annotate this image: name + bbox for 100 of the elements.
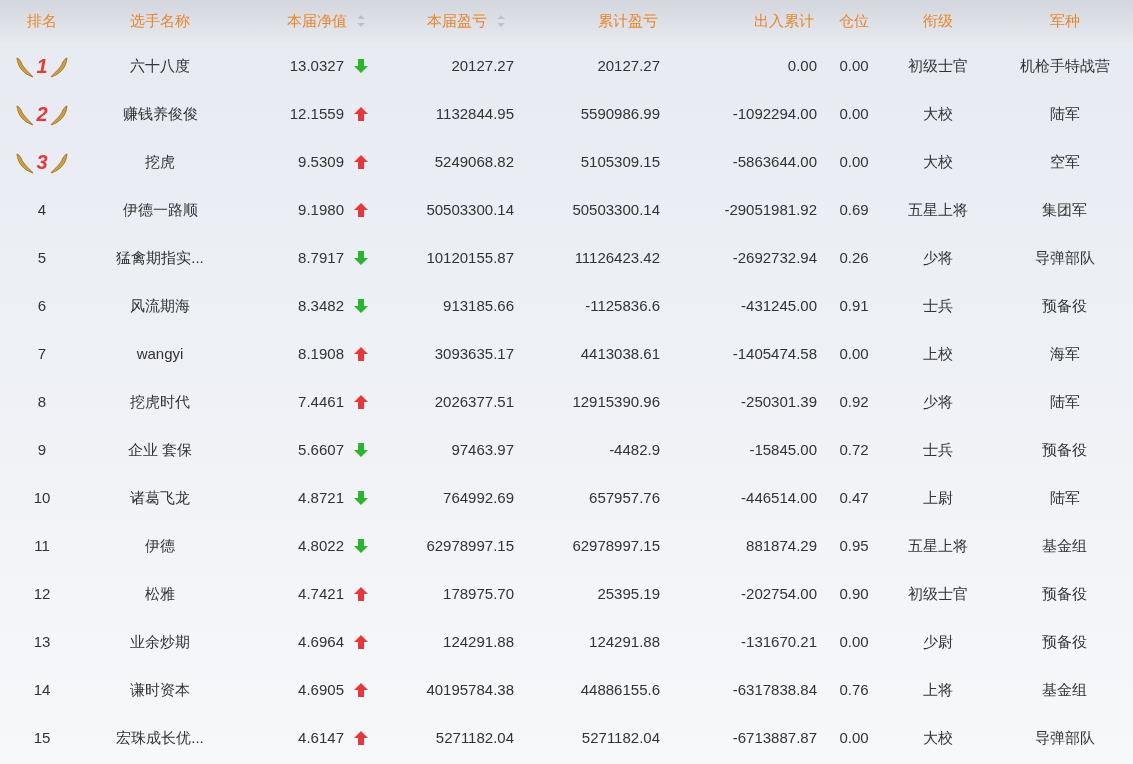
net-flow-value: -5863644.00 [732, 151, 817, 172]
branch-name: 机枪手特战营 [1019, 55, 1110, 76]
branch-name: 基金组 [1042, 535, 1087, 556]
total-profit-value: 5271182.04 [581, 727, 660, 748]
rank-number: 14 [33, 679, 51, 700]
position-value: 0.00 [839, 343, 869, 364]
profit-value: 97463.97 [451, 439, 514, 460]
profit-value: 913185.66 [443, 295, 514, 316]
rank-number: 9 [37, 439, 47, 460]
net-value: 8.1908 [298, 343, 344, 364]
player-name: 企业 套保 [127, 439, 193, 460]
rank-number: 10 [33, 487, 51, 508]
rank-title: 士兵 [923, 439, 953, 460]
wing-icon [15, 54, 36, 78]
branch-name: 陆军 [1049, 391, 1080, 412]
column-header: 军种 [1049, 10, 1080, 31]
rank-number: 8 [37, 391, 47, 412]
rank-title: 五星上将 [908, 535, 968, 556]
column-header: 选手名称 [130, 10, 190, 31]
position-value: 0.90 [839, 583, 869, 604]
total-profit-value: 11126423.42 [574, 247, 660, 268]
net-flow-value: -202754.00 [741, 583, 817, 604]
player-name: 赚钱养俊俊 [122, 103, 198, 124]
rank-number: 6 [37, 295, 47, 316]
player-name: 业余炒期 [130, 631, 190, 652]
rank-title: 少尉 [923, 631, 953, 652]
branch-name: 陆军 [1049, 487, 1080, 508]
net-value: 4.6147 [298, 727, 344, 748]
player-name: 伊德一路顺 [122, 199, 198, 220]
net-value: 4.6905 [298, 679, 344, 700]
sort-icon[interactable] [496, 14, 506, 28]
net-value: 8.3482 [298, 295, 344, 316]
branch-name: 导弹部队 [1034, 247, 1095, 268]
branch-name: 海军 [1049, 343, 1080, 364]
rank-number: 13 [33, 631, 51, 652]
player-name: 挖虎时代 [130, 391, 190, 412]
player-name: 宏珠成长优... [116, 727, 204, 748]
position-value: 0.26 [839, 247, 869, 268]
position-value: 0.76 [839, 679, 869, 700]
column-header[interactable]: 本届净值 [287, 9, 366, 33]
profit-value: 20127.27 [451, 55, 514, 76]
net-flow-value: 881874.29 [746, 535, 817, 556]
column-header[interactable]: 本届盈亏 [427, 9, 506, 33]
net-value: 4.7421 [298, 583, 344, 604]
total-profit-value: -1125836.6 [585, 295, 660, 316]
player-name: 风流期海 [130, 295, 190, 316]
total-profit-value: 12915390.96 [572, 391, 660, 412]
position-value: 0.00 [839, 727, 869, 748]
net-flow-value: 0.00 [787, 55, 817, 76]
net-flow-value: -1405474.58 [732, 343, 817, 364]
rank-title: 五星上将 [908, 199, 968, 220]
net-value: 4.8721 [298, 487, 344, 508]
rank-number: 5 [37, 247, 47, 268]
total-profit-value: 5590986.99 [580, 103, 660, 124]
total-profit-value: 20127.27 [597, 55, 660, 76]
net-value: 8.7917 [298, 247, 344, 268]
profit-value: 40195784.38 [426, 679, 514, 700]
rank-title: 上校 [923, 343, 953, 364]
rank-title: 大校 [923, 151, 953, 172]
profit-value: 2026377.51 [434, 391, 514, 412]
net-flow-value: -446514.00 [741, 487, 817, 508]
profit-value: 5249068.82 [434, 151, 514, 172]
rank-title: 大校 [923, 727, 953, 748]
branch-name: 预备役 [1042, 295, 1087, 316]
player-name: 六十八度 [130, 55, 190, 76]
branch-name: 集团军 [1042, 199, 1087, 220]
rank-title: 大校 [923, 103, 953, 124]
branch-name: 预备役 [1042, 583, 1087, 604]
net-value: 9.1980 [298, 199, 344, 220]
branch-name: 陆军 [1049, 103, 1080, 124]
total-profit-value: 25395.19 [597, 583, 660, 604]
net-flow-value: -6713887.87 [732, 727, 817, 748]
sort-icon[interactable] [356, 14, 366, 28]
rank-title: 士兵 [923, 295, 953, 316]
position-value: 0.00 [839, 55, 869, 76]
position-value: 0.00 [839, 103, 869, 124]
rank-title: 上将 [923, 679, 953, 700]
wing-icon [48, 102, 69, 126]
profit-value: 178975.70 [443, 583, 514, 604]
position-value: 0.72 [839, 439, 869, 460]
rank-number: 2 [36, 102, 48, 127]
net-value: 7.4461 [298, 391, 344, 412]
wing-icon [15, 102, 36, 126]
total-profit-value: 44886155.6 [580, 679, 660, 700]
player-name: 谦时资本 [130, 679, 190, 700]
player-name: 挖虎 [145, 151, 175, 172]
column-header: 排名 [27, 10, 57, 31]
wing-icon [48, 54, 69, 78]
player-name: 猛禽期指实... [116, 247, 204, 268]
branch-name: 预备役 [1042, 439, 1087, 460]
rank-number: 15 [33, 727, 51, 748]
profit-value: 5271182.04 [435, 727, 514, 748]
column-header: 衔级 [923, 10, 953, 31]
total-profit-value: 5105309.15 [580, 151, 660, 172]
net-value: 9.5309 [298, 151, 344, 172]
net-flow-value: -431245.00 [741, 295, 817, 316]
branch-name: 导弹部队 [1034, 727, 1095, 748]
branch-name: 预备役 [1042, 631, 1087, 652]
player-name: wangyi [136, 343, 184, 364]
rank-number: 4 [37, 199, 47, 220]
